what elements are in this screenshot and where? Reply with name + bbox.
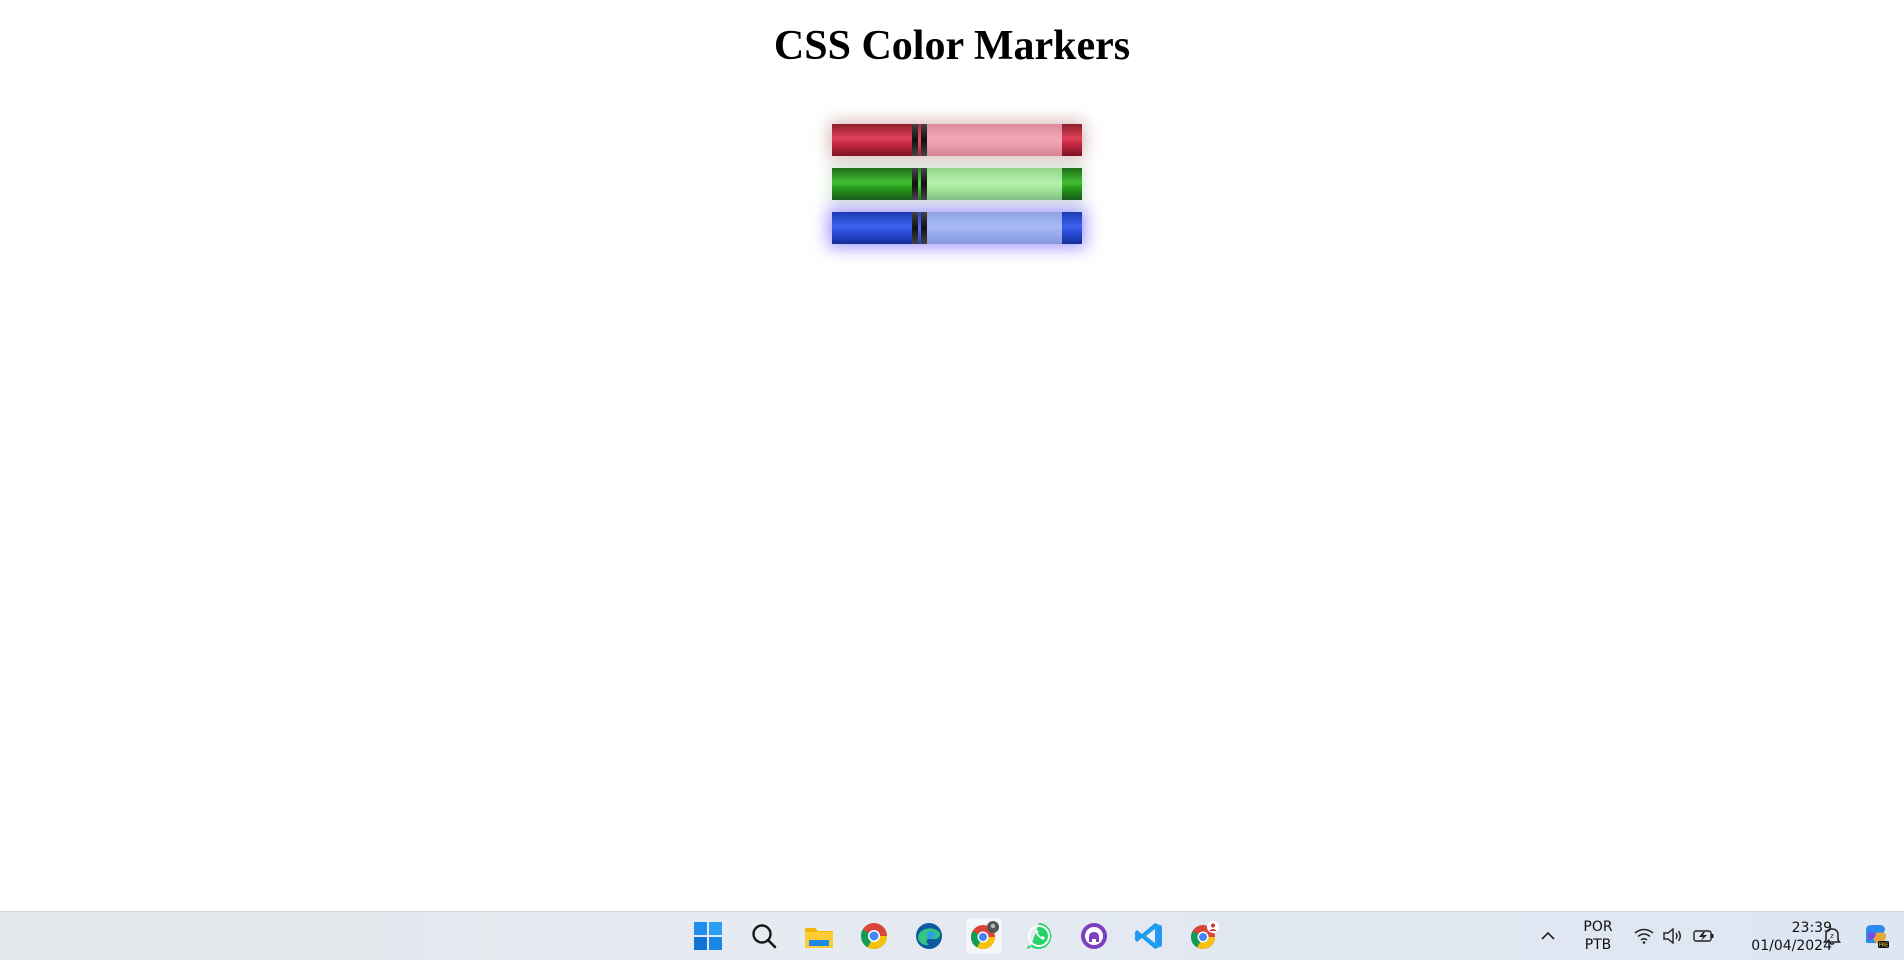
- search-icon[interactable]: [746, 918, 782, 954]
- taskbar: POR PTB 23:39 01/04/2024 z PRE: [0, 911, 1904, 960]
- marker-body: [832, 168, 912, 200]
- wifi-icon[interactable]: [1630, 918, 1658, 954]
- notification-bell-icon[interactable]: z: [1818, 918, 1846, 954]
- edge-icon[interactable]: [911, 918, 947, 954]
- marker-cap: [1062, 212, 1082, 244]
- github-desktop-icon[interactable]: [1076, 918, 1112, 954]
- marker-body: [832, 212, 912, 244]
- marker-body: [832, 124, 912, 156]
- file-explorer-icon[interactable]: [801, 918, 837, 954]
- svg-text:PRE: PRE: [1879, 943, 1889, 949]
- svg-text:z: z: [1830, 932, 1834, 940]
- red-marker: [832, 124, 1082, 156]
- marker-window: [927, 124, 1062, 156]
- language-bottom: PTB: [1584, 937, 1612, 953]
- markers-container: [832, 124, 1082, 256]
- marker-cap: [1062, 124, 1082, 156]
- page-title: CSS Color Markers: [773, 23, 1131, 69]
- marker-cap: [1062, 168, 1082, 200]
- blue-marker: [832, 212, 1082, 244]
- windows-start-icon[interactable]: [690, 918, 726, 954]
- chrome-user-icon[interactable]: [1186, 918, 1222, 954]
- chrome-profile-icon[interactable]: [966, 918, 1002, 954]
- marker-window: [927, 168, 1062, 200]
- vscode-icon[interactable]: [1131, 918, 1167, 954]
- language-top: POR: [1583, 919, 1613, 935]
- language-indicator[interactable]: POR PTB: [1572, 918, 1624, 954]
- marker-window: [927, 212, 1062, 244]
- copilot-icon[interactable]: PRE: [1858, 918, 1894, 954]
- volume-icon[interactable]: [1658, 918, 1686, 954]
- chevron-up-icon[interactable]: [1530, 918, 1566, 954]
- chrome-icon[interactable]: [856, 918, 892, 954]
- green-marker: [832, 168, 1082, 200]
- whatsapp-icon[interactable]: [1021, 918, 1057, 954]
- battery-charging-icon[interactable]: [1690, 918, 1718, 954]
